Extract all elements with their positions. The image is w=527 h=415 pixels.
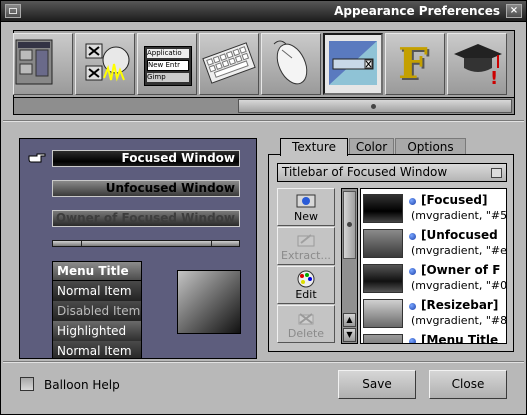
texture-thumbnail <box>363 229 403 258</box>
texture-list-scrollbar[interactable]: ▲ ▼ <box>341 188 358 344</box>
new-texture-icon <box>296 194 316 208</box>
appearance-preview: Focused Window Unfocused Window Owner of… <box>19 138 257 359</box>
expert-prefs-button[interactable]: ! <box>447 33 507 95</box>
preview-menu-item[interactable]: Normal Item <box>53 341 141 358</box>
balloon-help-label: Balloon Help <box>44 378 120 392</box>
divider <box>3 120 524 122</box>
menu-icon-item1: Applicatio <box>147 49 189 58</box>
texture-list-item[interactable]: [Resizebar] (mvgradient, "#8 <box>361 296 507 330</box>
texture-thumbnail <box>363 299 403 328</box>
preview-menu-item-highlighted[interactable]: Highlighted <box>53 321 141 341</box>
texture-name: [Owner of F <box>421 263 501 277</box>
preview-focused-window[interactable]: Focused Window <box>52 150 240 167</box>
texture-thumbnail <box>363 264 403 293</box>
texture-list-scroll-thumb[interactable] <box>343 191 356 259</box>
tab-color[interactable]: Color <box>349 138 394 155</box>
preview-menu-item-disabled[interactable]: Disabled Item <box>53 301 141 321</box>
menu-icon-item2: New Entr <box>147 60 189 71</box>
texture-name: [Menu Title <box>421 333 499 344</box>
scroll-down-button[interactable]: ▼ <box>343 328 356 342</box>
delete-icon <box>298 313 314 325</box>
bullet-icon <box>409 303 416 310</box>
divider <box>3 361 524 363</box>
iconbar-scrollbar[interactable] <box>13 97 515 115</box>
font-icon: F <box>398 39 428 88</box>
font-prefs-button[interactable]: F <box>385 33 445 95</box>
bullet-icon <box>409 233 416 240</box>
texture-list-item[interactable]: [Owner of F (mvgradient, "#0 <box>361 261 507 295</box>
tab-texture[interactable]: Texture <box>280 138 348 156</box>
title-bar[interactable]: Appearance Preferences × <box>1 1 526 22</box>
texture-list-item[interactable]: [Menu Title <box>361 331 506 344</box>
texture-list-item[interactable]: [Focused] (mvgradient, "#5 <box>361 191 507 225</box>
bullet-icon <box>409 338 416 343</box>
preferences-icon-bar: Applicatio New Entr Gimp F ! <box>13 30 515 98</box>
texture-description: (mvgradient, "#0 <box>411 279 507 292</box>
mouse-prefs-button[interactable] <box>261 33 321 95</box>
keyboard-prefs-button[interactable] <box>199 33 259 95</box>
menu-icon: Applicatio New Entr Gimp <box>144 46 192 86</box>
palette-icon <box>297 270 315 288</box>
extract-icon <box>297 234 315 247</box>
edit-label: Edit <box>295 288 317 301</box>
texture-name: [Unfocused <box>421 228 498 242</box>
preview-owner-window[interactable]: Owner of Focused Window <box>52 210 240 227</box>
texture-description: (mvgradient, "#e <box>411 244 507 257</box>
texture-tools: New Extract... Edit Delete <box>277 188 335 344</box>
texture-target-dropdown[interactable]: Titlebar of Focused Window <box>277 163 507 182</box>
menu-icon-item3: Gimp <box>147 73 189 82</box>
preview-menu-item[interactable]: Normal Item <box>53 281 141 301</box>
workspace-icon <box>15 39 53 85</box>
preview-resizebar[interactable] <box>52 240 240 247</box>
scroll-up-button[interactable]: ▲ <box>343 313 356 327</box>
dropdown-value: Titlebar of Focused Window <box>282 165 448 179</box>
balloon-help-checkbox[interactable] <box>20 377 34 391</box>
delete-texture-button[interactable]: Delete <box>277 305 335 343</box>
menu-prefs-button[interactable]: Applicatio New Entr Gimp <box>137 33 197 95</box>
close-button[interactable]: Close <box>429 370 507 399</box>
extract-label: Extract... <box>281 249 331 262</box>
mouse-icon <box>273 40 308 85</box>
texture-description: (mvgradient, "#8 <box>411 314 507 327</box>
tab-options[interactable]: Options <box>395 138 466 155</box>
preview-icon-background[interactable] <box>177 270 241 334</box>
new-label: New <box>294 210 318 223</box>
save-button[interactable]: Save <box>338 370 416 399</box>
texture-name: [Resizebar] <box>421 298 499 312</box>
iconbar-scroll-thumb[interactable] <box>238 99 512 113</box>
close-window-button[interactable]: × <box>506 4 522 18</box>
appearance-preferences-window: Appearance Preferences × Applicatio New … <box>0 0 527 415</box>
appearance-prefs-button[interactable] <box>323 33 383 95</box>
workspace-prefs-button[interactable] <box>13 33 73 95</box>
extract-texture-button[interactable]: Extract... <box>277 227 335 265</box>
new-texture-button[interactable]: New <box>277 188 335 226</box>
expert-exclamation-icon: ! <box>490 68 499 89</box>
texture-thumbnail <box>363 334 403 343</box>
pointing-hand-icon <box>28 153 46 163</box>
delete-label: Delete <box>287 327 325 340</box>
preview-unfocused-window[interactable]: Unfocused Window <box>52 180 240 197</box>
texture-description: (mvgradient, "#5 <box>411 209 507 222</box>
effects-prefs-button[interactable] <box>75 33 135 95</box>
edit-texture-button[interactable]: Edit <box>277 266 335 304</box>
dropdown-arrow-icon <box>491 168 502 178</box>
keyboard-icon <box>202 42 256 84</box>
window-title: Appearance Preferences <box>334 4 500 18</box>
texture-list-item[interactable]: [Unfocused (mvgradient, "#e <box>361 226 507 260</box>
texture-thumbnail <box>363 194 403 223</box>
bullet-icon <box>409 198 416 205</box>
texture-name: [Focused] <box>421 193 488 207</box>
preview-menu-title[interactable]: Menu Title <box>53 262 141 281</box>
window-menu-icon[interactable] <box>5 4 21 18</box>
bullet-icon <box>409 268 416 275</box>
preview-menu[interactable]: Menu Title Normal Item Disabled Item Hig… <box>52 261 142 358</box>
texture-list[interactable]: [Focused] (mvgradient, "#5 [Unfocused (m… <box>360 188 507 344</box>
appearance-icon <box>329 41 377 85</box>
effects-icon <box>85 43 130 82</box>
